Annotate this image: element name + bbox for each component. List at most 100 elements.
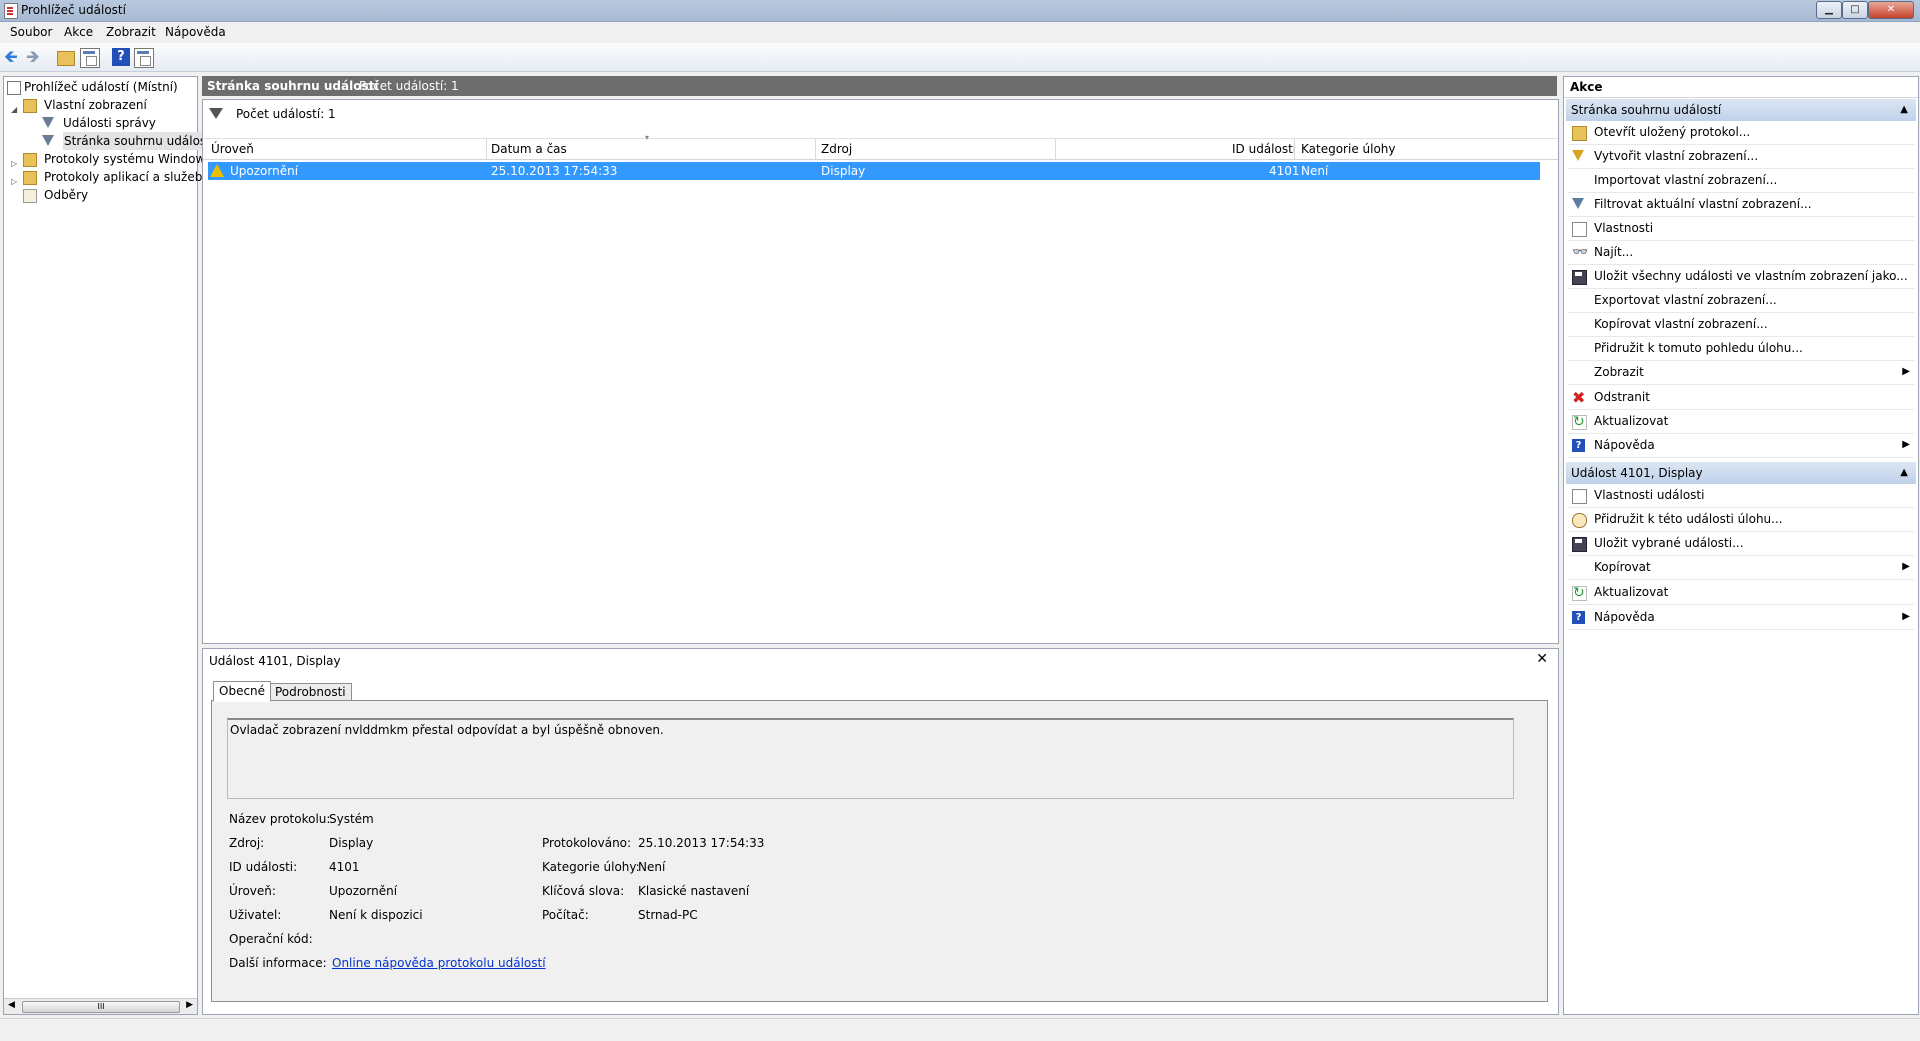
action-label: Exportovat vlastní zobrazení... [1594, 293, 1777, 307]
tree-item-label: Odběry [44, 188, 89, 202]
column-headers: Úroveň Datum a čas ▾ Zdroj ID události K… [203, 133, 1558, 160]
tree-item-label: Stránka souhrnu událostí [63, 132, 216, 150]
action-attach-task-to-event[interactable]: Přidružit k této události úlohu... [1568, 509, 1914, 532]
action-help-event[interactable]: ? Nápověda ▶ [1568, 607, 1914, 630]
submenu-arrow-icon: ▶ [1902, 611, 1910, 622]
show-hide-action-pane-icon[interactable] [134, 48, 154, 68]
detail-title: Událost 4101, Display [209, 654, 341, 668]
page-title: Stránka souhrnu událostí [207, 79, 379, 93]
scroll-right-icon[interactable]: ▶ [186, 1000, 193, 1010]
action-help[interactable]: ? Nápověda ▶ [1568, 435, 1914, 458]
menu-file[interactable]: Soubor [10, 25, 52, 39]
cell-datetime: 25.10.2013 17:54:33 [491, 164, 618, 178]
task-icon [1572, 513, 1587, 528]
actions-title: Akce [1570, 80, 1603, 94]
action-label: Kopírovat [1594, 560, 1651, 574]
action-delete[interactable]: ✖ Odstranit [1568, 387, 1914, 410]
action-label: Nápověda [1594, 610, 1655, 624]
column-separator[interactable] [1294, 139, 1295, 159]
column-source[interactable]: Zdroj [821, 142, 852, 156]
menu-help[interactable]: Nápověda [165, 25, 226, 39]
action-import-custom-view[interactable]: Importovat vlastní zobrazení... [1568, 170, 1914, 193]
value-user: Není k dispozici [329, 908, 423, 922]
action-refresh-event[interactable]: ↻ Aktualizovat [1568, 582, 1914, 605]
minimize-button[interactable]: ▁ [1816, 1, 1842, 19]
action-open-saved-log[interactable]: Otevřít uložený protokol... [1568, 122, 1914, 145]
back-button[interactable]: 🡸 [4, 48, 22, 66]
action-attach-task-to-view[interactable]: Přidružit k tomuto pohledu úlohu... [1568, 338, 1914, 361]
create-filter-icon [1572, 150, 1584, 161]
submenu-arrow-icon: ▶ [1902, 439, 1910, 450]
action-save-selected-events[interactable]: Uložit vybrané události... [1568, 533, 1914, 556]
event-count-header: Počet událostí: 1 [359, 79, 459, 93]
action-label: Uložit vybrané události... [1594, 536, 1744, 550]
label-more-info: Další informace: [229, 956, 327, 970]
value-log-name: Systém [329, 812, 374, 826]
column-task-category[interactable]: Kategorie úlohy [1301, 142, 1396, 156]
filter-bar: Počet událostí: 1 [203, 100, 1558, 128]
value-level: Upozornění [329, 884, 398, 898]
forward-button[interactable]: 🡺 [26, 48, 44, 66]
close-detail-button[interactable]: ✕ [1536, 651, 1548, 667]
action-view[interactable]: Zobrazit ▶ [1568, 362, 1914, 385]
column-event-id[interactable]: ID události [1232, 142, 1296, 156]
column-separator[interactable] [486, 139, 487, 159]
action-label: Aktualizovat [1594, 414, 1669, 428]
folder-icon [23, 171, 37, 185]
menu-action[interactable]: Akce [64, 25, 93, 39]
tree-item-label: Protokoly systému Windows [44, 152, 212, 166]
column-separator[interactable] [815, 139, 816, 159]
collapse-icon[interactable]: ◢ [11, 101, 17, 119]
page-header: Stránka souhrnu událostí Počet událostí:… [202, 76, 1557, 96]
section-header-summary[interactable]: Stránka souhrnu událostí ▲ [1566, 99, 1916, 121]
open-folder-icon [1572, 126, 1587, 141]
column-datetime[interactable]: Datum a čas [491, 142, 567, 156]
action-save-all-events[interactable]: Uložit všechny události ve vlastním zobr… [1568, 266, 1914, 289]
online-help-link[interactable]: Online nápověda protokolu událostí [332, 956, 546, 970]
scroll-left-icon[interactable]: ◀ [8, 1000, 15, 1010]
close-window-button[interactable]: ✕ [1868, 1, 1914, 19]
scroll-thumb[interactable]: III [22, 1001, 180, 1013]
folder-icon [23, 99, 37, 113]
section-title: Událost 4101, Display [1571, 466, 1703, 480]
label-computer: Počítač: [542, 908, 589, 922]
filter-icon [42, 135, 54, 146]
expand-icon[interactable]: ▷ [11, 155, 17, 173]
value-keywords: Klasické nastavení [638, 884, 750, 898]
refresh-icon: ↻ [1572, 586, 1587, 601]
horizontal-scrollbar[interactable]: ◀ III ▶ [4, 998, 197, 1014]
properties-icon [1572, 222, 1587, 237]
maximize-button[interactable]: □ [1842, 1, 1868, 19]
value-logged: 25.10.2013 17:54:33 [638, 836, 765, 850]
event-detail-panel: Událost 4101, Display ✕ Obecné Podrobnos… [202, 648, 1559, 1015]
section-header-event[interactable]: Událost 4101, Display ▲ [1566, 462, 1916, 484]
help-icon[interactable]: ? [112, 48, 130, 66]
table-row[interactable]: Upozornění 25.10.2013 17:54:33 Display 4… [208, 162, 1540, 180]
column-level[interactable]: Úroveň [211, 142, 254, 156]
action-event-properties[interactable]: Vlastnosti události [1568, 485, 1914, 508]
action-copy-custom-view[interactable]: Kopírovat vlastní zobrazení... [1568, 314, 1914, 337]
action-filter-current-view[interactable]: Filtrovat aktuální vlastní zobrazení... [1568, 194, 1914, 217]
action-label: Kopírovat vlastní zobrazení... [1594, 317, 1768, 331]
value-source: Display [329, 836, 374, 850]
expand-icon[interactable]: ▷ [11, 173, 17, 191]
open-folder-icon[interactable] [57, 51, 75, 66]
action-find[interactable]: 👓 Najít... [1568, 242, 1914, 265]
column-separator[interactable] [1055, 139, 1056, 159]
tab-general[interactable]: Obecné [213, 681, 272, 702]
action-properties[interactable]: Vlastnosti [1568, 218, 1914, 241]
action-export-custom-view[interactable]: Exportovat vlastní zobrazení... [1568, 290, 1914, 313]
action-copy[interactable]: Kopírovat ▶ [1568, 557, 1914, 580]
action-label: Importovat vlastní zobrazení... [1594, 173, 1778, 187]
collapse-icon[interactable]: ▲ [1900, 104, 1908, 115]
collapse-icon[interactable]: ▲ [1900, 467, 1908, 478]
menu-view[interactable]: Zobrazit [106, 25, 156, 39]
event-message-box[interactable]: Ovladač zobrazení nvlddmkm přestal odpov… [227, 718, 1514, 799]
show-hide-tree-icon[interactable] [80, 48, 100, 68]
label-user: Uživatel: [229, 908, 282, 922]
arrow-left-icon: 🡸 [4, 47, 18, 67]
filter-icon [1572, 198, 1584, 209]
action-refresh[interactable]: ↻ Aktualizovat [1568, 411, 1914, 434]
action-create-custom-view[interactable]: Vytvořit vlastní zobrazení... [1568, 146, 1914, 169]
value-computer: Strnad-PC [638, 908, 698, 922]
